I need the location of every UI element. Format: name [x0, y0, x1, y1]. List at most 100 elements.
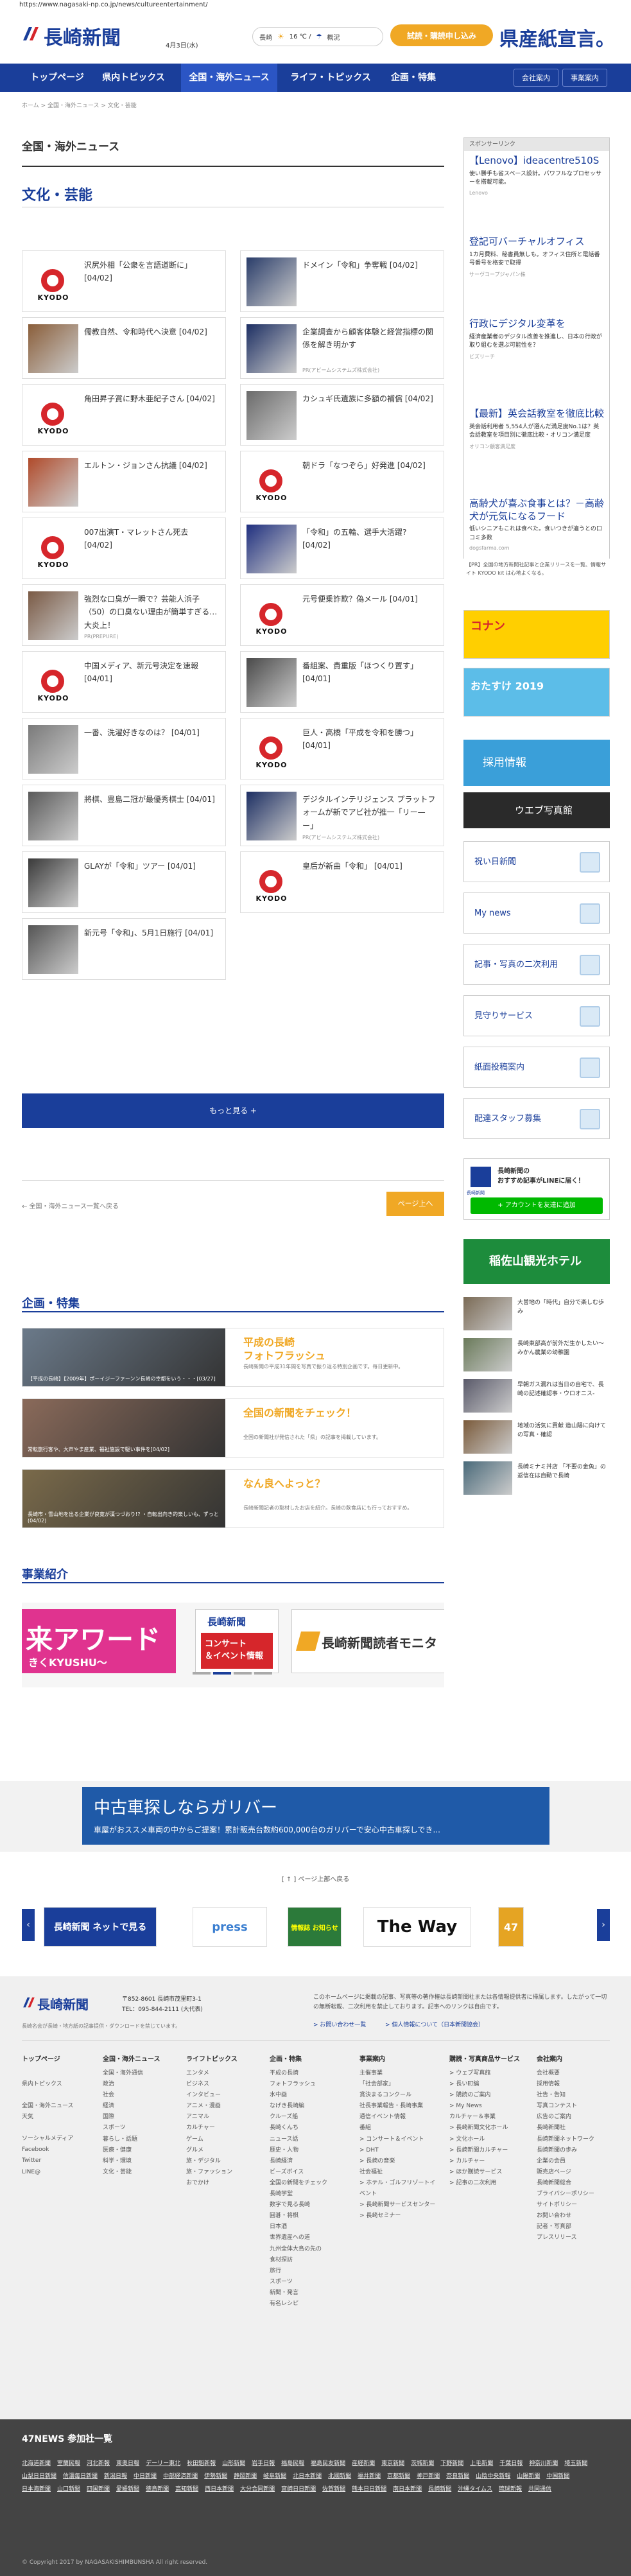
- gulliver-ad[interactable]: 中古車探しならガリバー 車屋がおススメ車両の中からご提案！累計販売台数約600,…: [82, 1787, 549, 1845]
- partner-paper-link[interactable]: 徳島新聞: [146, 2484, 169, 2496]
- partner-paper-link[interactable]: 産経新聞: [352, 2458, 375, 2471]
- trial-subscribe-button[interactable]: 試読・購読申し込み: [390, 24, 493, 46]
- article-card[interactable]: KYODO 角田昇子賞に野木亜紀子さん [04/02]: [22, 384, 226, 446]
- side-news-item[interactable]: 大曽地の「時代」自分で楽しむ歩み: [463, 1297, 610, 1333]
- footer-link[interactable]: [22, 2090, 99, 2101]
- footer-link[interactable]: > 長崎新聞サービスセンター: [359, 2200, 437, 2211]
- partner-paper-link[interactable]: 千葉日報: [499, 2458, 523, 2471]
- footer-link[interactable]: 記者・写真部: [537, 2222, 614, 2232]
- partner-paper-link[interactable]: 南日本新聞: [393, 2484, 422, 2496]
- recruit-banner[interactable]: 採用情報: [463, 740, 610, 786]
- footer-link[interactable]: > ほか購読サービス: [449, 2167, 526, 2178]
- weather-widget[interactable]: 長崎 ☀ 16 ℃ / ☂ 概況: [252, 27, 383, 46]
- footer-link[interactable]: 社会福祉: [359, 2167, 437, 2178]
- article-card[interactable]: KYODO 007出演T・マレットさん死去 [04/02]: [22, 518, 226, 579]
- footer-link[interactable]: 全国・海外通信: [103, 2068, 180, 2079]
- footer-link[interactable]: 主催事業: [359, 2068, 437, 2079]
- footer-link[interactable]: 旅行: [270, 2266, 347, 2277]
- partner-paper-link[interactable]: 沖縄タイムス: [458, 2484, 492, 2496]
- footer-link[interactable]: スポーツ: [270, 2277, 347, 2288]
- footer-link[interactable]: 採用情報: [537, 2079, 614, 2090]
- partner-paper-link[interactable]: 山口新聞: [57, 2484, 80, 2496]
- partner-paper-link[interactable]: 日本海新聞: [22, 2484, 51, 2496]
- partner-paper-link[interactable]: 上毛新聞: [470, 2458, 493, 2471]
- feature-item[interactable]: 長崎市・雪山地を出る企業が良寛が漢つづおり!? ・自転出向き的楽しいも、ずっと(…: [22, 1469, 444, 1528]
- footer-link[interactable]: インタビュー: [186, 2090, 263, 2101]
- carousel-item-press[interactable]: press: [193, 1907, 267, 1947]
- site-logo[interactable]: 長崎新聞: [44, 22, 121, 50]
- nav-business[interactable]: 事業案内: [562, 69, 607, 87]
- footer-column-head[interactable]: 購読・写真商品サービス: [449, 2053, 526, 2066]
- article-reuse-button[interactable]: 記事・写真の二次利用: [463, 944, 610, 985]
- delivery-staff-button[interactable]: 配達スタッフ募集: [463, 1098, 610, 1139]
- footer-link[interactable]: 企業の会員: [537, 2156, 614, 2167]
- article-card[interactable]: 「令和」の五輪、選手大活躍? [04/02]: [240, 518, 444, 579]
- partner-paper-link[interactable]: 河北新報: [87, 2458, 110, 2471]
- footer-link[interactable]: スポーツ: [103, 2123, 180, 2134]
- nav-life-topics[interactable]: ライフ・トピックス: [282, 64, 379, 92]
- partner-paper-link[interactable]: 新潟日報: [104, 2471, 127, 2484]
- footer-link[interactable]: Facebook: [22, 2145, 99, 2155]
- back-to-list-link[interactable]: ← 全国・海外ニュース一覧へ戻る: [22, 1201, 119, 1210]
- footer-link[interactable]: 長崎経済: [270, 2156, 347, 2167]
- article-card[interactable]: KYODO 沢尻外相「公衆を言語道断に」 [04/02]: [22, 250, 226, 312]
- carousel-prev-button[interactable]: ‹: [22, 1909, 35, 1941]
- article-card[interactable]: エルトン・ジョンさん抗議 [04/02]: [22, 451, 226, 512]
- footer-link[interactable]: 長崎くんち: [270, 2123, 347, 2134]
- article-card[interactable]: ドメイン「令和」争奪戦 [04/02]: [240, 250, 444, 312]
- partner-paper-link[interactable]: 下野新聞: [440, 2458, 463, 2471]
- footer-link[interactable]: 長崎新聞の歩み: [537, 2145, 614, 2156]
- partner-paper-link[interactable]: 静岡新聞: [234, 2471, 257, 2484]
- footer-link[interactable]: [22, 2068, 99, 2079]
- nav-top[interactable]: トップページ: [22, 64, 92, 92]
- article-card[interactable]: 將棋、豊島二冠が最優秀棋士 [04/01]: [22, 785, 226, 846]
- partner-paper-link[interactable]: 高知新聞: [175, 2484, 198, 2496]
- footer-link[interactable]: > カルチャー: [449, 2156, 526, 2167]
- banner-indicators[interactable]: [193, 1672, 272, 1675]
- webphoto-banner[interactable]: ウエブ写真館: [463, 792, 610, 828]
- page-top-link[interactable]: [ ↑ ] ページ上部へ戻る: [0, 1874, 631, 1883]
- footer-link[interactable]: ソーシャルメディア: [22, 2134, 99, 2145]
- footer-link[interactable]: 国際: [103, 2112, 180, 2123]
- partner-paper-link[interactable]: 佐賀新聞: [322, 2484, 345, 2496]
- feature-item[interactable]: 常転旅行客や、大声やま産業、福祉施設で駆い事件を[04/02] 全国の新聞をチェッ…: [22, 1398, 444, 1458]
- article-card[interactable]: カシュギ氏遺族に多額の補償 [04/02]: [240, 384, 444, 446]
- footer-link[interactable]: 世界遺産への道: [270, 2232, 347, 2243]
- business-banner-carousel[interactable]: 来アワード きくKYUSHU～ 長崎新聞 コンサート ＆イベント情報 長崎新聞読…: [22, 1603, 444, 1687]
- partner-paper-link[interactable]: 福井新聞: [358, 2471, 381, 2484]
- footer-link[interactable]: 全国の新聞をチェック: [270, 2178, 347, 2189]
- footer-link[interactable]: Twitter: [22, 2155, 99, 2166]
- nav-features[interactable]: 企画・特集: [381, 64, 445, 92]
- footer-link[interactable]: 広告のご案内: [537, 2112, 614, 2123]
- footer-column-head[interactable]: トップページ: [22, 2053, 99, 2066]
- footer-link[interactable]: 長崎新聞総合: [537, 2178, 614, 2189]
- article-card[interactable]: KYODO 中国メディア、新元号決定を速報 [04/01]: [22, 651, 226, 713]
- article-card[interactable]: 一番、洗濯好きなのは？ [04/01]: [22, 718, 226, 779]
- footer-link[interactable]: 社会: [103, 2090, 180, 2101]
- sponsor-ad[interactable]: 【Lenovo】ideacentre510S 使い勝手も省スペース設計。パワフルな…: [469, 155, 604, 196]
- partner-paper-link[interactable]: 京都新聞: [387, 2471, 410, 2484]
- footer-link[interactable]: LINE@: [22, 2167, 99, 2178]
- footer-link[interactable]: 経済: [103, 2101, 180, 2112]
- partner-paper-link[interactable]: デーリー東北: [146, 2458, 180, 2471]
- partner-paper-link[interactable]: 中部経済新聞: [163, 2471, 198, 2484]
- submission-guide-button[interactable]: 紙面投稿案内: [463, 1047, 610, 1088]
- footer-link[interactable]: > 長崎新聞文化ホール: [449, 2123, 526, 2134]
- partner-paper-link[interactable]: 岩手日報: [252, 2458, 275, 2471]
- footer-link[interactable]: 食材探訪: [270, 2255, 347, 2266]
- footer-link[interactable]: 新聞・発言: [270, 2288, 347, 2299]
- footer-link[interactable]: 旅・ファッション: [186, 2167, 263, 2178]
- footer-link[interactable]: 「社会部家」: [359, 2079, 437, 2090]
- partner-paper-link[interactable]: 共同通信: [528, 2484, 551, 2496]
- footer-link[interactable]: アニメ・漫画: [186, 2101, 263, 2112]
- partner-paper-link[interactable]: 埼玉新聞: [564, 2458, 587, 2471]
- article-card[interactable]: KYODO 元号便乗詐欺？偽メール [04/01]: [240, 584, 444, 646]
- award-banner[interactable]: 来アワード きくKYUSHU～: [22, 1609, 176, 1673]
- footer-link[interactable]: グルメ: [186, 2145, 263, 2156]
- footer-link[interactable]: > DHT: [359, 2145, 437, 2156]
- partner-paper-link[interactable]: 山陽新聞: [517, 2471, 540, 2484]
- footer-link[interactable]: 科学・環境: [103, 2156, 180, 2167]
- article-card[interactable]: KYODO 巨人・高橋「平成を令和を勝つ」 [04/01]: [240, 718, 444, 779]
- weather-detail-link[interactable]: 概況: [327, 32, 340, 42]
- banner-dot[interactable]: [234, 1672, 252, 1675]
